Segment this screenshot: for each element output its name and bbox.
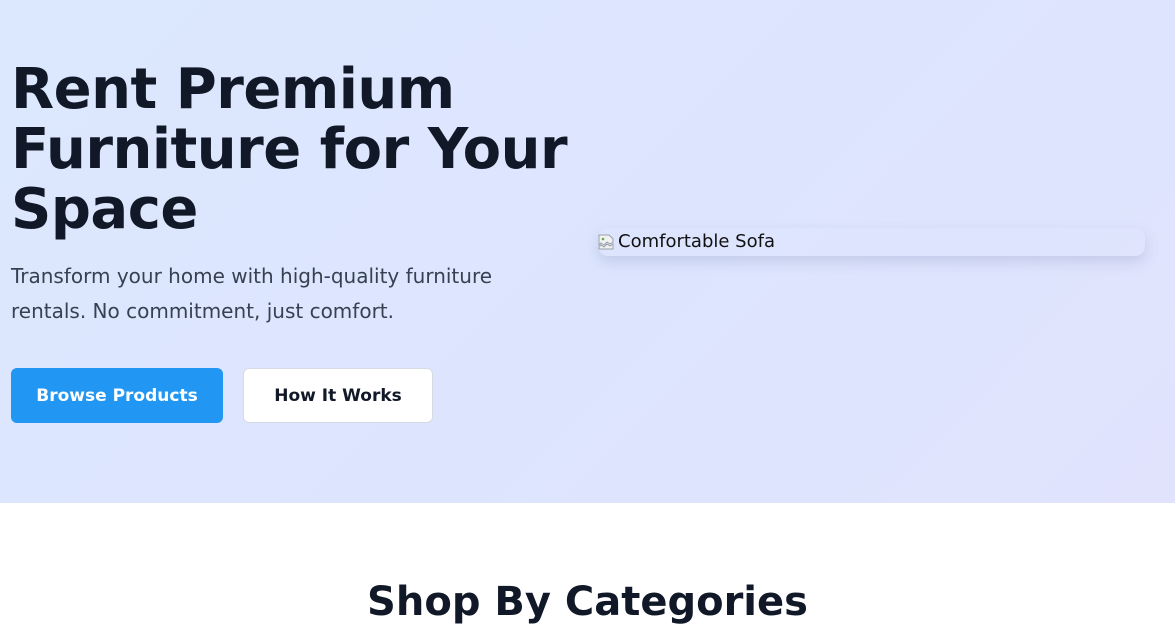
hero-image-alt-text: Comfortable Sofa [618, 231, 775, 252]
hero-subtitle: Transform your home with high-quality fu… [11, 264, 493, 323]
categories-section-title: Shop By Categories [367, 579, 808, 625]
browse-products-button[interactable]: Browse Products [11, 368, 223, 423]
hero-section: Rent Premium Furniture for Your Space Tr… [0, 0, 1175, 503]
hero-image: Comfortable Sofa [598, 228, 1145, 256]
hero-title: Rent Premium Furniture for Your Space [11, 57, 568, 242]
how-it-works-button[interactable]: How It Works [243, 368, 433, 423]
broken-image-icon [598, 234, 614, 250]
